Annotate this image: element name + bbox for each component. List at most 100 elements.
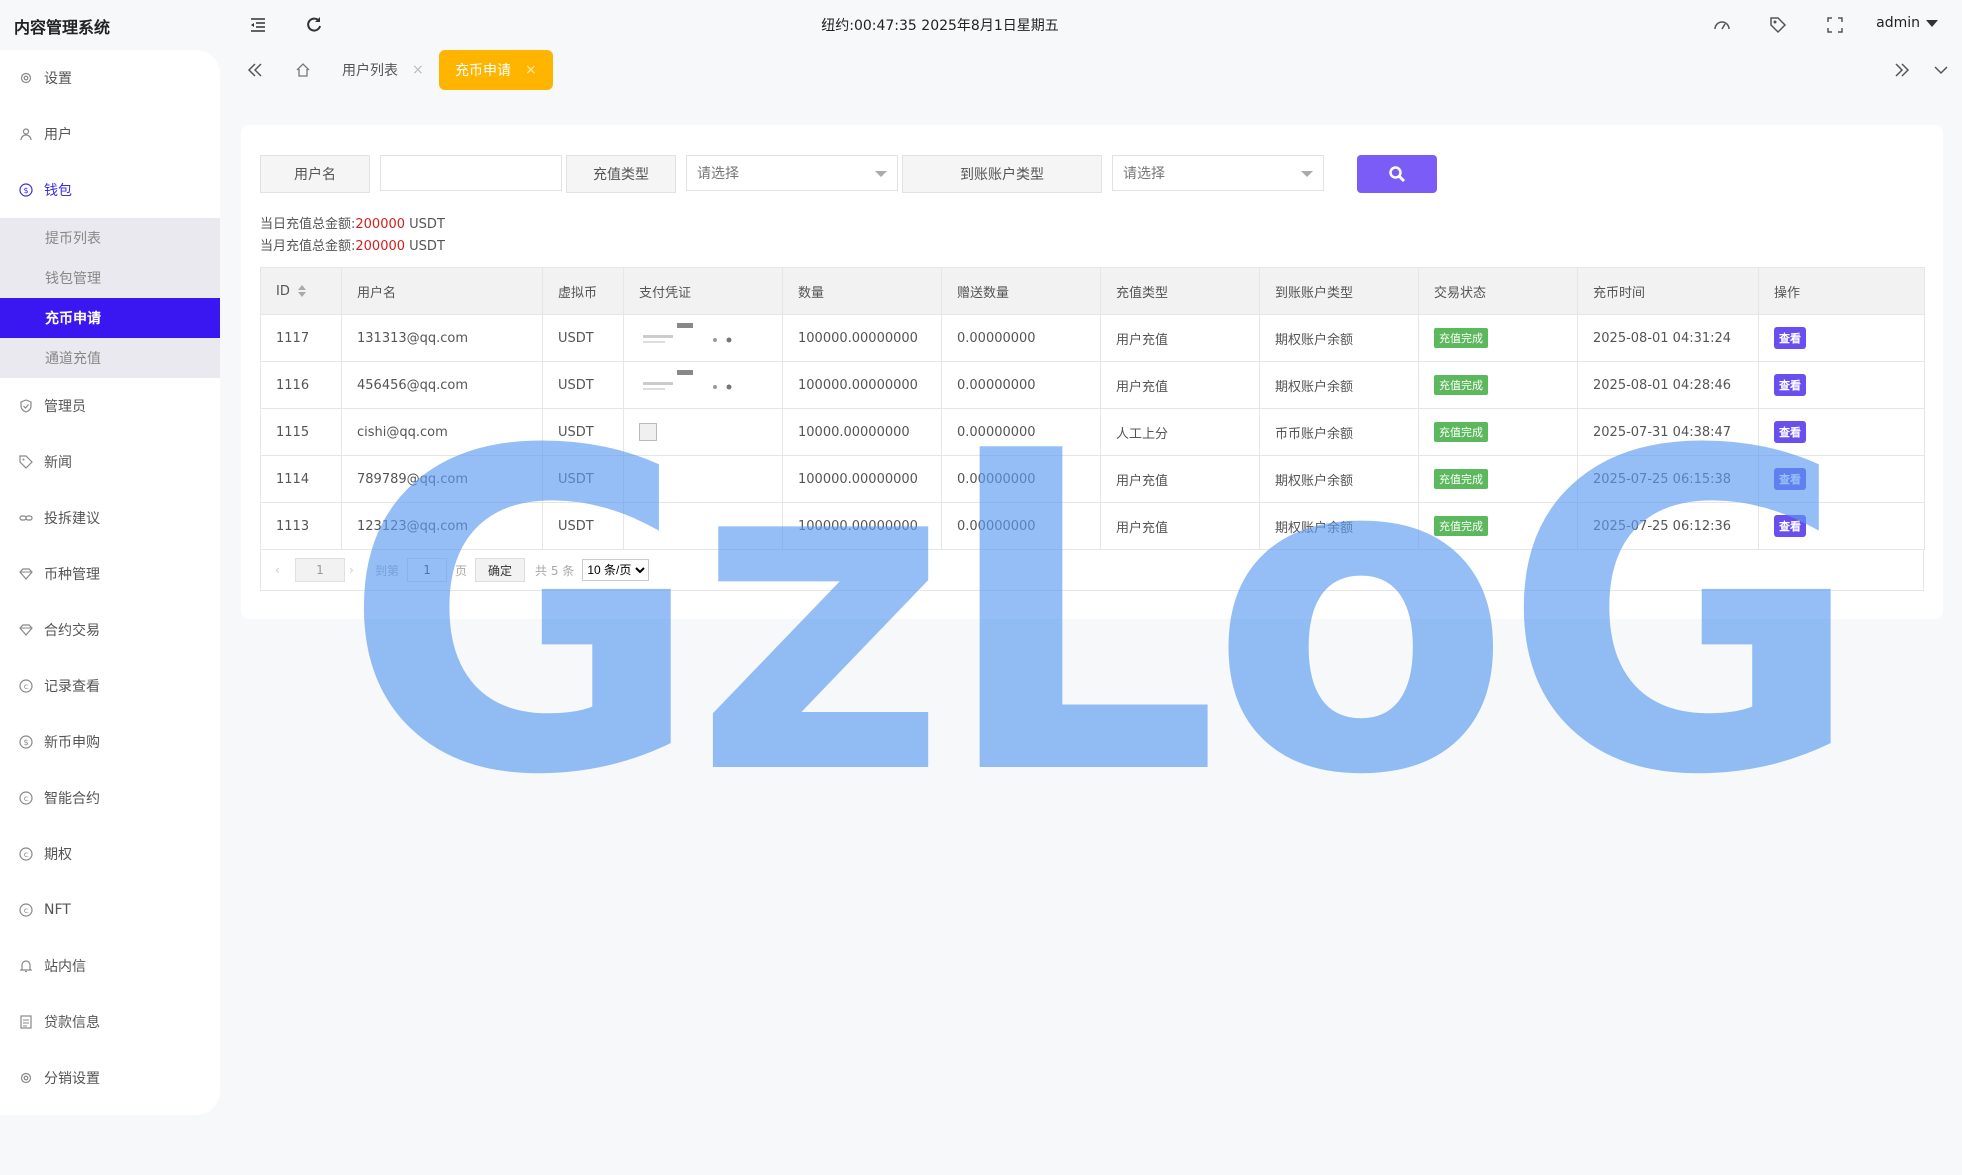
- cell-coin: USDT: [542, 361, 624, 409]
- sidebar-item-users[interactable]: 用户: [0, 106, 220, 162]
- sidebar-item-wallet[interactable]: $ 钱包: [0, 162, 220, 218]
- cell-time: 2025-07-25 06:15:38: [1577, 455, 1759, 503]
- select-value: 请选择: [1123, 166, 1165, 182]
- cell-username: 789789@qq.com: [341, 455, 543, 503]
- dashboard-icon[interactable]: [1712, 15, 1732, 35]
- cell-time: 2025-08-01 04:28:46: [1577, 361, 1759, 409]
- cell-type: 用户充值: [1100, 361, 1260, 409]
- view-button[interactable]: 查看: [1774, 468, 1806, 490]
- sidebar-item-loans[interactable]: 贷款信息: [0, 994, 220, 1050]
- sidebar-item-label: 分销设置: [44, 1071, 100, 1087]
- table-header-row: ID 用户名 虚拟币 支付凭证 数量 赠送数量 充值类型 到账账户类型 交易状态…: [260, 267, 1925, 315]
- table-row: 1113 123123@qq.com USDT 100000.00000000 …: [260, 502, 1925, 550]
- cell-gift: 0.00000000: [941, 314, 1101, 362]
- voucher-thumbnail[interactable]: [639, 321, 735, 355]
- tab-deposit-apply[interactable]: 充币申请 ×: [439, 50, 553, 90]
- sidebar-item-new-coin[interactable]: $ 新币申购: [0, 714, 220, 770]
- per-page-select[interactable]: 10 条/页: [582, 559, 650, 581]
- cell-status: 充值完成: [1418, 502, 1578, 550]
- cell-id: 1114: [260, 455, 342, 503]
- account-type-select[interactable]: 请选择: [1112, 155, 1324, 191]
- sidebar-item-messages[interactable]: 站内信: [0, 938, 220, 994]
- cell-account: 期权账户余额: [1259, 361, 1419, 409]
- fullscreen-icon[interactable]: [1825, 15, 1845, 35]
- cell-status: 充值完成: [1418, 314, 1578, 362]
- sidebar-item-options[interactable]: c 期权: [0, 826, 220, 882]
- monthly-total-amount: 200000: [355, 239, 406, 254]
- column-header-time: 充币时间: [1577, 267, 1759, 315]
- cell-username: 131313@qq.com: [341, 314, 543, 362]
- goto-confirm-button[interactable]: 确定: [475, 558, 526, 582]
- refresh-icon[interactable]: [304, 15, 324, 35]
- sidebar-item-label: 合约交易: [44, 623, 100, 639]
- gear-icon: [18, 1070, 34, 1086]
- status-badge: 充值完成: [1434, 469, 1488, 489]
- cell-type: 用户充值: [1100, 314, 1260, 362]
- sidebar-item-admins[interactable]: 管理员: [0, 378, 220, 434]
- cell-account: 币币账户余额: [1259, 408, 1419, 456]
- sidebar-item-smart-contract[interactable]: c 智能合约: [0, 770, 220, 826]
- column-header-id[interactable]: ID: [260, 267, 342, 315]
- dollar-circle-icon: $: [18, 734, 34, 750]
- sort-icon[interactable]: [297, 285, 306, 297]
- status-badge: 充值完成: [1434, 328, 1488, 348]
- tag-icon[interactable]: [1768, 15, 1788, 35]
- bell-icon: [18, 958, 34, 974]
- sidebar-item-settings[interactable]: 设置: [0, 50, 220, 106]
- cell-id: 1117: [260, 314, 342, 362]
- svg-text:$: $: [23, 738, 28, 747]
- recharge-type-select[interactable]: 请选择: [686, 155, 898, 191]
- column-header-type: 充值类型: [1100, 267, 1260, 315]
- sidebar-subitem-channel-recharge[interactable]: 通道充值: [0, 338, 220, 378]
- username-label: 用户名: [260, 155, 370, 193]
- tabs-scroll-left-icon[interactable]: [242, 58, 268, 82]
- tabs-scroll-right-icon[interactable]: [1889, 58, 1915, 82]
- search-button[interactable]: [1357, 155, 1437, 193]
- view-button[interactable]: 查看: [1774, 515, 1806, 537]
- sidebar-item-news[interactable]: 新闻: [0, 434, 220, 490]
- broken-image-icon[interactable]: [639, 423, 657, 441]
- next-page-icon[interactable]: ›: [349, 563, 365, 577]
- close-icon[interactable]: ×: [525, 62, 537, 78]
- cell-action: 查看: [1758, 361, 1925, 409]
- tab-user-list[interactable]: 用户列表 ×: [320, 50, 442, 90]
- sidebar-subitem-withdraw-list[interactable]: 提币列表: [0, 218, 220, 258]
- menu-fold-icon[interactable]: [248, 15, 268, 35]
- username-input[interactable]: [380, 155, 562, 191]
- sidebar-subitem-wallet-manage[interactable]: 钱包管理: [0, 258, 220, 298]
- sidebar-subitem-deposit-apply[interactable]: 充币申请: [0, 298, 220, 338]
- sidebar-item-distribution[interactable]: 分销设置: [0, 1050, 220, 1106]
- daily-total-amount: 200000: [355, 217, 406, 232]
- tabs-dropdown-icon[interactable]: [1928, 58, 1954, 82]
- goto-page-input[interactable]: 1: [407, 558, 448, 582]
- view-button[interactable]: 查看: [1774, 421, 1806, 443]
- cell-quantity: 100000.00000000: [782, 361, 942, 409]
- sidebar-item-label: NFT: [44, 902, 71, 918]
- cell-time: 2025-07-25 06:12:36: [1577, 502, 1759, 550]
- cell-voucher: [623, 502, 783, 550]
- tab-label: 用户列表: [342, 63, 398, 79]
- sidebar-item-records[interactable]: c 记录查看: [0, 658, 220, 714]
- column-header-label: ID: [276, 283, 290, 299]
- home-icon[interactable]: [290, 58, 316, 82]
- sidebar-item-complaints[interactable]: 投拆建议: [0, 490, 220, 546]
- clock-display: 纽约:00:47:35 2025年8月1日星期五: [821, 18, 1059, 34]
- link-icon: [18, 510, 34, 526]
- current-page[interactable]: 1: [295, 558, 345, 582]
- voucher-thumbnail[interactable]: [639, 368, 735, 402]
- sidebar: 设置 用户 $ 钱包 提币列表 钱包管理 充币申请 通道充值 管理员 新闻 投拆…: [0, 50, 220, 1115]
- sidebar-item-contract-trade[interactable]: 合约交易: [0, 602, 220, 658]
- view-button[interactable]: 查看: [1774, 327, 1806, 349]
- sidebar-item-nft[interactable]: c NFT: [0, 882, 220, 938]
- sidebar-item-label: 智能合约: [44, 791, 100, 807]
- svg-text:$: $: [23, 186, 28, 195]
- close-icon[interactable]: ×: [412, 62, 424, 78]
- prev-page-icon[interactable]: ‹: [275, 563, 291, 577]
- cell-voucher: [623, 408, 783, 456]
- cell-username: cishi@qq.com: [341, 408, 543, 456]
- view-button[interactable]: 查看: [1774, 374, 1806, 396]
- user-menu[interactable]: admin: [1876, 15, 1938, 31]
- document-icon: [18, 1014, 34, 1030]
- coin-icon: c: [18, 790, 34, 806]
- sidebar-item-currency-manage[interactable]: 币种管理: [0, 546, 220, 602]
